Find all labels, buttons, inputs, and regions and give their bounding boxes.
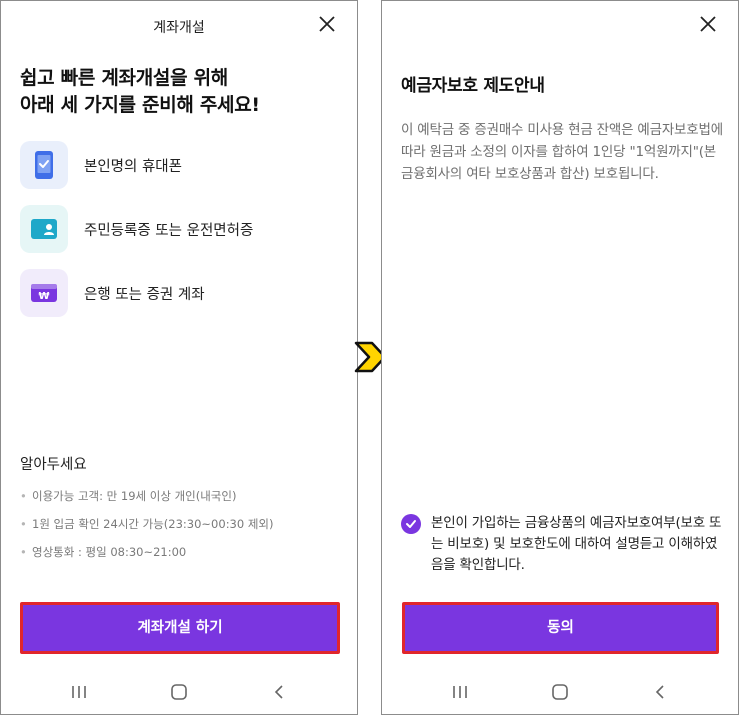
phone-check-icon xyxy=(20,141,68,189)
home-icon[interactable] xyxy=(548,681,572,705)
deposit-protection-screen: 예금자보호 제도안내 이 예탁금 중 증권매수 미사용 현금 잔액은 예금자보호… xyxy=(381,0,739,715)
home-icon[interactable] xyxy=(167,681,191,705)
recent-apps-icon[interactable] xyxy=(67,681,91,705)
requirement-bank-account: ₩ 은행 또는 증권 계좌 xyxy=(20,269,340,317)
headline-line-1: 쉽고 빠른 계좌개설을 위해 xyxy=(20,67,228,89)
protection-description: 이 예탁금 중 증권매수 미사용 현금 잔액은 예금자보호법에 따라 원금과 소… xyxy=(401,122,723,182)
back-icon[interactable] xyxy=(267,681,291,705)
requirement-label: 은행 또는 증권 계좌 xyxy=(84,286,205,303)
requirement-label: 본인명의 휴대폰 xyxy=(84,158,182,175)
checkbox-checked-icon[interactable] xyxy=(401,514,421,534)
requirement-label: 주민등록증 또는 운전면허증 xyxy=(84,222,254,239)
notice-list: • 이용가능 고객: 만 19세 이상 개인(내국인) • 1원 입금 확인 24시… xyxy=(20,489,274,573)
close-icon[interactable] xyxy=(698,14,718,34)
screen-title: 계좌개설 xyxy=(153,20,205,36)
system-nav-bar xyxy=(1,681,357,709)
consent-row[interactable]: 본인이 가입하는 금융상품의 예금자보호여부(보호 또는 비보호) 및 보호한도… xyxy=(401,513,723,576)
headline-line-2: 아래 세 가지를 준비해 주세요! xyxy=(20,94,260,116)
account-opening-screen: 계좌개설 쉽고 빠른 계좌개설을 위해 아래 세 가지를 준비해 주세요! 본인… xyxy=(0,0,358,715)
requirement-phone: 본인명의 휴대폰 xyxy=(20,141,340,189)
notice-item: • 1원 입금 확인 24시간 가능(23:30~00:30 제외) xyxy=(20,517,274,531)
notice-item: • 이용가능 고객: 만 19세 이상 개인(내국인) xyxy=(20,489,237,503)
page-headline: 예금자보호 제도안내 xyxy=(401,76,545,96)
id-card-icon xyxy=(20,205,68,253)
svg-text:₩: ₩ xyxy=(38,291,49,302)
bank-account-icon: ₩ xyxy=(20,269,68,317)
agree-button[interactable]: 동의 xyxy=(402,602,719,654)
system-nav-bar xyxy=(382,681,738,709)
close-icon[interactable] xyxy=(317,14,337,34)
recent-apps-icon[interactable] xyxy=(448,681,472,705)
open-account-button[interactable]: 계좌개설 하기 xyxy=(20,602,340,654)
page-headline: 쉽고 빠른 계좌개설을 위해 아래 세 가지를 준비해 주세요! xyxy=(20,65,260,119)
consent-text: 본인이 가입하는 금융상품의 예금자보호여부(보호 또는 비보호) 및 보호한도… xyxy=(431,515,722,573)
requirement-id-card: 주민등록증 또는 운전면허증 xyxy=(20,205,340,253)
notice-item: • 영상통화 : 평일 08:30~21:00 xyxy=(20,545,187,559)
back-icon[interactable] xyxy=(648,681,672,705)
notice-title: 알아두세요 xyxy=(20,457,87,473)
